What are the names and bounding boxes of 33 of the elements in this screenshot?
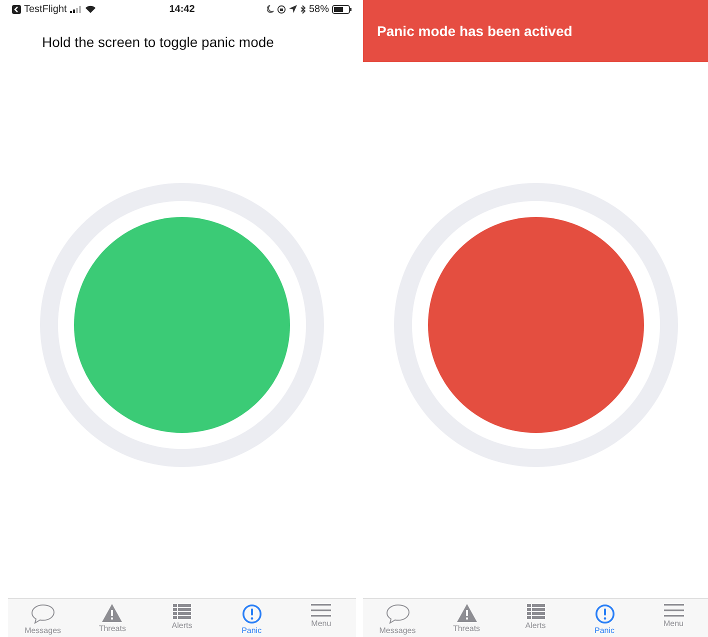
battery-percent: 58%	[308, 4, 329, 14]
notification-banner: Panic mode has been actived	[363, 0, 708, 62]
app-name: TestFlight	[24, 4, 67, 14]
speech-bubble-icon	[386, 604, 410, 624]
tab[interactable]: Messages	[12, 599, 73, 635]
list-icon	[172, 604, 191, 619]
tab[interactable]: Messages	[368, 599, 428, 635]
exclamation-circle-icon	[242, 604, 262, 624]
tab[interactable]: Alerts	[506, 599, 566, 630]
exclamation-circle-icon	[594, 604, 614, 624]
list-icon	[526, 604, 544, 619]
menu-icon	[664, 604, 684, 617]
signal-icon	[70, 6, 82, 12]
app-icon	[12, 4, 21, 14]
tab[interactable]: Menu	[644, 599, 704, 628]
moon-icon	[266, 5, 274, 13]
tab[interactable]: Panic	[222, 599, 282, 635]
rotation-lock-icon	[276, 4, 286, 14]
instruction-text: Hold the screen to toggle panic mode	[41, 33, 275, 50]
speech-bubble-icon	[30, 604, 55, 624]
tab[interactable]: Threats	[82, 599, 142, 633]
bluetooth-icon	[300, 4, 306, 14]
tab[interactable]: Threats	[436, 599, 496, 633]
warning-icon	[102, 604, 122, 622]
clock: 14:42	[169, 4, 195, 14]
location-icon	[288, 5, 297, 13]
wifi-icon	[84, 5, 96, 13]
battery-icon	[332, 4, 352, 14]
tab[interactable]: Alerts	[152, 599, 212, 630]
menu-icon	[311, 604, 332, 617]
tab[interactable]: Panic	[574, 599, 634, 635]
tab[interactable]: Menu	[291, 599, 352, 628]
warning-icon	[456, 604, 476, 622]
